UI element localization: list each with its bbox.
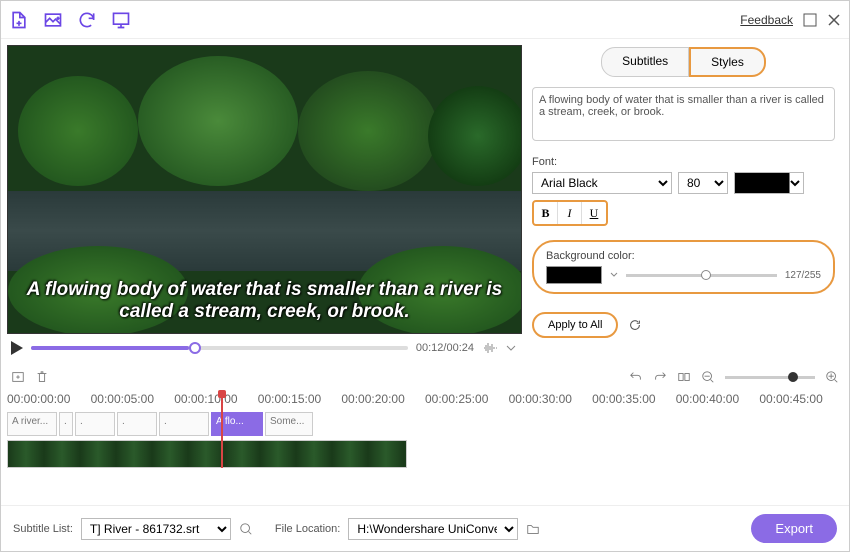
bold-button[interactable]: B [534,202,558,224]
bg-color-swatch[interactable] [546,266,602,284]
search-icon[interactable] [239,522,253,536]
subtitle-clip[interactable]: . [59,412,73,436]
tab-subtitles[interactable]: Subtitles [601,47,689,77]
add-subtitle-icon[interactable] [11,370,25,384]
seek-bar[interactable] [31,346,408,350]
refresh-media-icon[interactable] [77,10,97,30]
ruler-tick: 00:00:20:00 [341,392,425,412]
redo-icon[interactable] [653,370,667,384]
subtitle-clip[interactable]: A flo... [211,412,263,436]
video-caption: A flowing body of water that is smaller … [8,279,521,323]
timeline-ruler[interactable]: 00:00:00:0000:00:05:0000:00:10:0000:00:1… [1,392,849,412]
close-icon[interactable] [827,13,841,27]
ruler-tick: 00:00:00:00 [7,392,91,412]
top-toolbar-right: Feedback [740,13,841,27]
zoom-in-icon[interactable] [825,370,839,384]
import-image-icon[interactable] [43,10,63,30]
play-button[interactable] [11,341,23,355]
maximize-icon[interactable] [803,13,817,27]
font-size-select[interactable]: 80 [678,172,728,194]
bg-opacity-slider[interactable] [626,274,777,277]
playhead[interactable] [221,394,223,468]
subtitle-clip[interactable]: . [117,412,157,436]
subtitle-clips-track[interactable]: A river.......A flo...Some... [1,412,849,436]
underline-button[interactable]: U [582,202,606,224]
font-style-buttons: B I U [532,200,608,226]
undo-icon[interactable] [629,370,643,384]
zoom-slider[interactable] [725,376,815,379]
ruler-tick: 00:00:40:00 [676,392,760,412]
video-filmstrip[interactable] [7,440,407,468]
feedback-link[interactable]: Feedback [740,13,793,27]
background-color-box: Background color: 127/255 [532,240,835,294]
font-label: Font: [532,156,835,168]
ruler-tick: 00:00:30:00 [509,392,593,412]
export-button[interactable]: Export [751,514,837,543]
ruler-tick: 00:00:35:00 [592,392,676,412]
subtitle-file-select[interactable]: T] River - 861732.srt [81,518,231,540]
ruler-tick: 00:00:45:00 [759,392,843,412]
top-toolbar: Feedback [1,1,849,39]
delete-icon[interactable] [35,370,49,384]
ruler-tick: 00:00:15:00 [258,392,342,412]
bottom-bar: Subtitle List: T] River - 861732.srt Fil… [1,505,849,551]
properties-panel: Subtitles Styles Font: Arial Black 80 B … [526,39,849,362]
split-icon[interactable] [677,370,691,384]
ruler-tick: 00:00:10:00 [174,392,258,412]
file-location-label: File Location: [275,523,340,535]
italic-button[interactable]: I [558,202,582,224]
apply-to-all-button[interactable]: Apply to All [532,312,618,338]
chevron-down-icon[interactable] [610,271,618,279]
timeline-toolbar [1,362,849,392]
ruler-tick: 00:00:25:00 [425,392,509,412]
tabs: Subtitles Styles [532,47,835,77]
subtitle-text-input[interactable] [532,87,835,141]
tab-styles[interactable]: Styles [689,47,766,77]
playback-bar: 00:12/00:24 [7,334,520,362]
preview-panel: A flowing body of water that is smaller … [1,39,526,362]
folder-icon[interactable] [526,522,540,536]
import-file-icon[interactable] [9,10,29,30]
subtitle-clip[interactable]: . [159,412,209,436]
zoom-out-icon[interactable] [701,370,715,384]
subtitle-list-label: Subtitle List: [13,523,73,535]
chevron-down-icon[interactable] [506,343,516,353]
font-row: Arial Black 80 [532,172,835,194]
apply-row: Apply to All [532,312,835,338]
main-area: A flowing body of water that is smaller … [1,39,849,362]
top-toolbar-left [9,10,131,30]
subtitle-clip[interactable]: . [75,412,115,436]
subtitle-clip[interactable]: A river... [7,412,57,436]
font-family-select[interactable]: Arial Black [532,172,672,194]
bg-opacity-value: 127/255 [785,270,821,281]
subtitle-clip[interactable]: Some... [265,412,313,436]
file-location-select[interactable]: H:\Wondershare UniConverter 1 [348,518,518,540]
time-display: 00:12/00:24 [416,342,474,354]
bg-label: Background color: [546,250,821,262]
font-color-select[interactable] [734,172,804,194]
ruler-tick: 00:00:05:00 [91,392,175,412]
audio-waveform-icon[interactable] [482,340,498,356]
video-preview[interactable]: A flowing body of water that is smaller … [7,45,522,334]
reset-icon[interactable] [628,318,642,332]
screen-icon[interactable] [111,10,131,30]
